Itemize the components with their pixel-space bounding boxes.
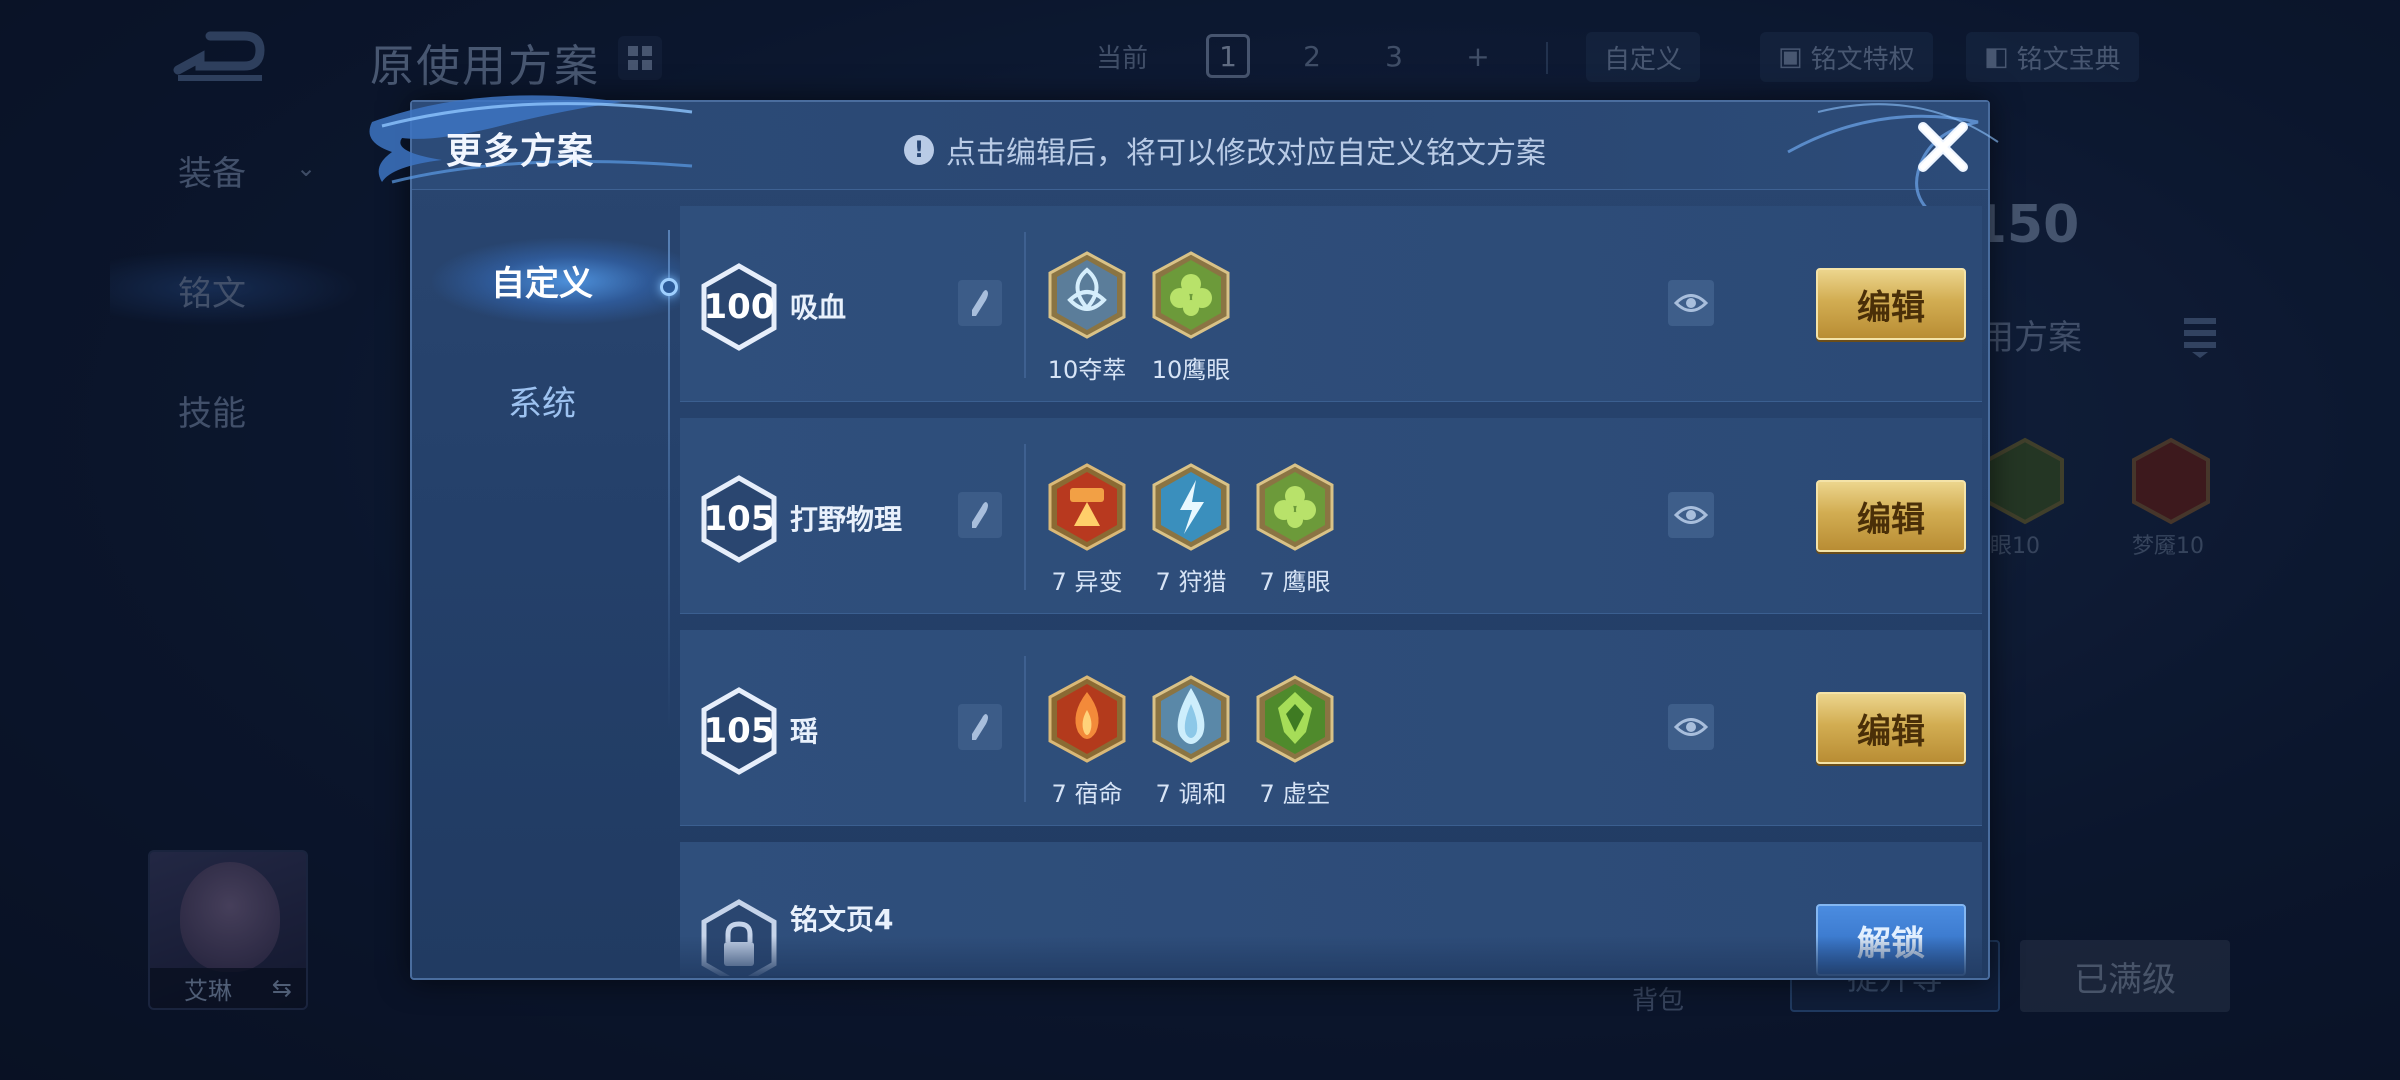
row-separator xyxy=(1024,444,1026,590)
preview-button[interactable] xyxy=(1668,492,1714,538)
edit-hint: ! 点击编辑后，将可以修改对应自定义铭文方案 xyxy=(904,128,1546,172)
level-number: 105 xyxy=(703,711,775,751)
pen-icon xyxy=(972,290,988,316)
gem-label: 7 宿命 xyxy=(1051,780,1123,808)
scheme-name: 铭文页4 xyxy=(790,903,894,936)
rename-button[interactable] xyxy=(958,492,1002,538)
flame-gem-icon xyxy=(1048,675,1126,763)
level-number: 100 xyxy=(703,287,775,327)
crest-gem-icon xyxy=(1256,675,1334,763)
pen-icon xyxy=(972,502,988,528)
scheme-list[interactable]: 100 吸血 10夺萃 10鹰眼 编辑 105 打野物理 7 异变 7 狩猎 7… xyxy=(680,206,1982,976)
gem-label: 7 狩猎 xyxy=(1155,568,1227,596)
close-icon xyxy=(1918,122,1968,172)
drop-gem-icon xyxy=(1152,675,1230,763)
scheme-tabs: 自定义 系统 xyxy=(412,190,682,980)
knot-gem-icon xyxy=(1048,251,1126,339)
clover-gem-icon xyxy=(1256,463,1334,551)
spike-gem-icon xyxy=(1048,463,1126,551)
scheme-row: 105 瑶 7 宿命 7 调和 7 虚空 编辑 xyxy=(680,630,1982,826)
level-badge: 105 xyxy=(698,686,780,776)
scheme-name: 瑶 xyxy=(790,715,819,748)
rename-button[interactable] xyxy=(958,704,1002,750)
scheme-row: 100 吸血 10夺萃 10鹰眼 编辑 xyxy=(680,206,1982,402)
edit-button[interactable]: 编辑 xyxy=(1816,480,1966,552)
eye-icon xyxy=(1674,718,1708,736)
list-fade xyxy=(680,936,1982,976)
gem-label: 7 虚空 xyxy=(1259,780,1331,808)
scheme-name: 打野物理 xyxy=(790,503,903,536)
gem-label: 7 异变 xyxy=(1051,568,1123,596)
rename-button[interactable] xyxy=(958,280,1002,326)
level-badge: 100 xyxy=(698,262,780,352)
row-separator xyxy=(1024,656,1026,802)
tab-system[interactable]: 系统 xyxy=(412,360,672,440)
info-icon: ! xyxy=(904,135,934,165)
preview-button[interactable] xyxy=(1668,704,1714,750)
row-separator xyxy=(1024,232,1026,378)
edit-hint-text: 点击编辑后，将可以修改对应自定义铭文方案 xyxy=(946,136,1546,171)
pen-icon xyxy=(972,714,988,740)
scheme-name: 吸血 xyxy=(790,291,847,324)
edit-button[interactable]: 编辑 xyxy=(1816,268,1966,340)
preview-button[interactable] xyxy=(1668,280,1714,326)
eye-icon xyxy=(1674,506,1708,524)
lightning-gem-icon xyxy=(1152,463,1230,551)
scheme-row: 105 打野物理 7 异变 7 狩猎 7 鹰眼 编辑 xyxy=(680,418,1982,614)
gem-label: 10夺萃 xyxy=(1047,356,1127,384)
eye-icon xyxy=(1674,294,1708,312)
edit-button[interactable]: 编辑 xyxy=(1816,692,1966,764)
level-badge: 105 xyxy=(698,474,780,564)
more-schemes-modal: 更多方案 ! 点击编辑后，将可以修改对应自定义铭文方案 自定义 系统 100 吸… xyxy=(369,95,1999,980)
gem-label: 7 鹰眼 xyxy=(1259,568,1331,596)
level-number: 105 xyxy=(703,499,775,539)
modal-title: 更多方案 xyxy=(446,131,595,172)
gem-label: 10鹰眼 xyxy=(1151,356,1231,384)
close-button[interactable] xyxy=(1910,114,1976,180)
gem-label: 7 调和 xyxy=(1155,780,1227,808)
clover-gem-icon xyxy=(1152,251,1230,339)
tab-custom[interactable]: 自定义 xyxy=(412,240,672,320)
